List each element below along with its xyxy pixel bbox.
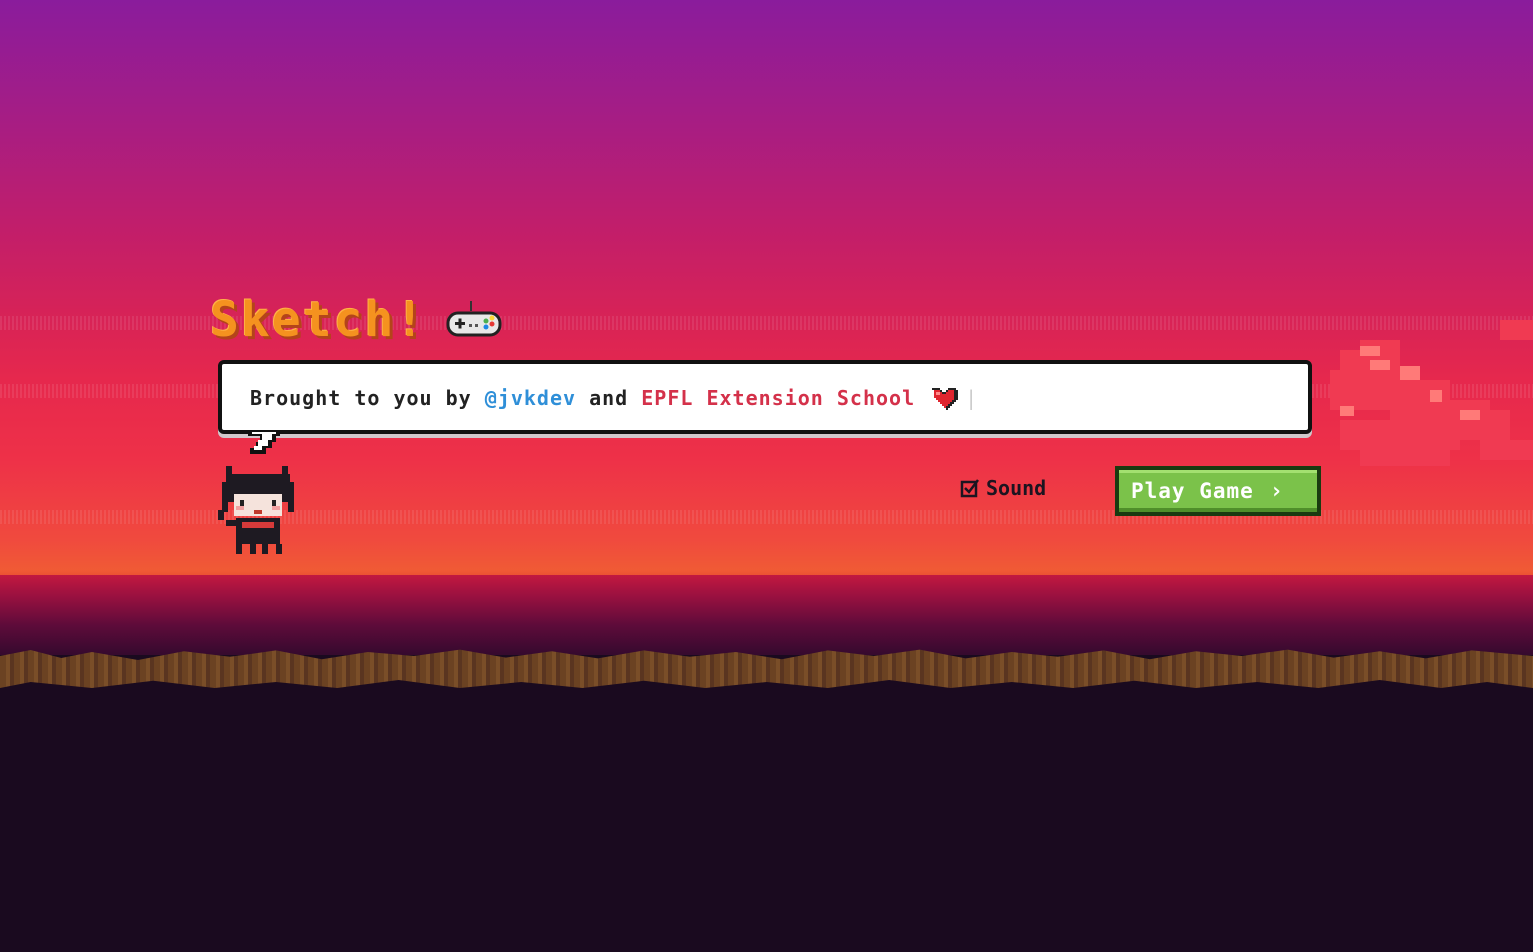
org-link[interactable]: EPFL Extension School	[641, 386, 915, 410]
horizon	[0, 575, 1533, 655]
text-cursor: |	[965, 386, 979, 410]
sound-label: Sound	[986, 476, 1047, 500]
sound-toggle[interactable]: Sound	[960, 476, 1046, 500]
speech-bubble-tail	[248, 432, 280, 454]
credits-middle: and	[576, 386, 642, 410]
ground	[0, 688, 1533, 952]
clouds	[1330, 320, 1533, 466]
author-link[interactable]: @jvkdev	[485, 386, 576, 410]
game-title: Sketch!	[210, 292, 427, 348]
controller-icon	[446, 301, 502, 337]
credits-text: Brought to you by @jvkdev and EPFL Exten…	[250, 384, 978, 412]
play-game-label: Play Game	[1131, 479, 1254, 503]
chevron-right-icon: ›	[1269, 478, 1285, 504]
credits-prefix: Brought to you by	[250, 386, 485, 410]
character-sprite	[218, 466, 294, 554]
speech-bubble: Brought to you by @jvkdev and EPFL Exten…	[218, 360, 1312, 434]
title-row: Sketch!	[210, 292, 504, 348]
heart-icon	[932, 388, 959, 410]
play-game-button[interactable]: Play Game ›	[1115, 466, 1321, 516]
checkbox-checked-icon[interactable]	[960, 478, 980, 498]
